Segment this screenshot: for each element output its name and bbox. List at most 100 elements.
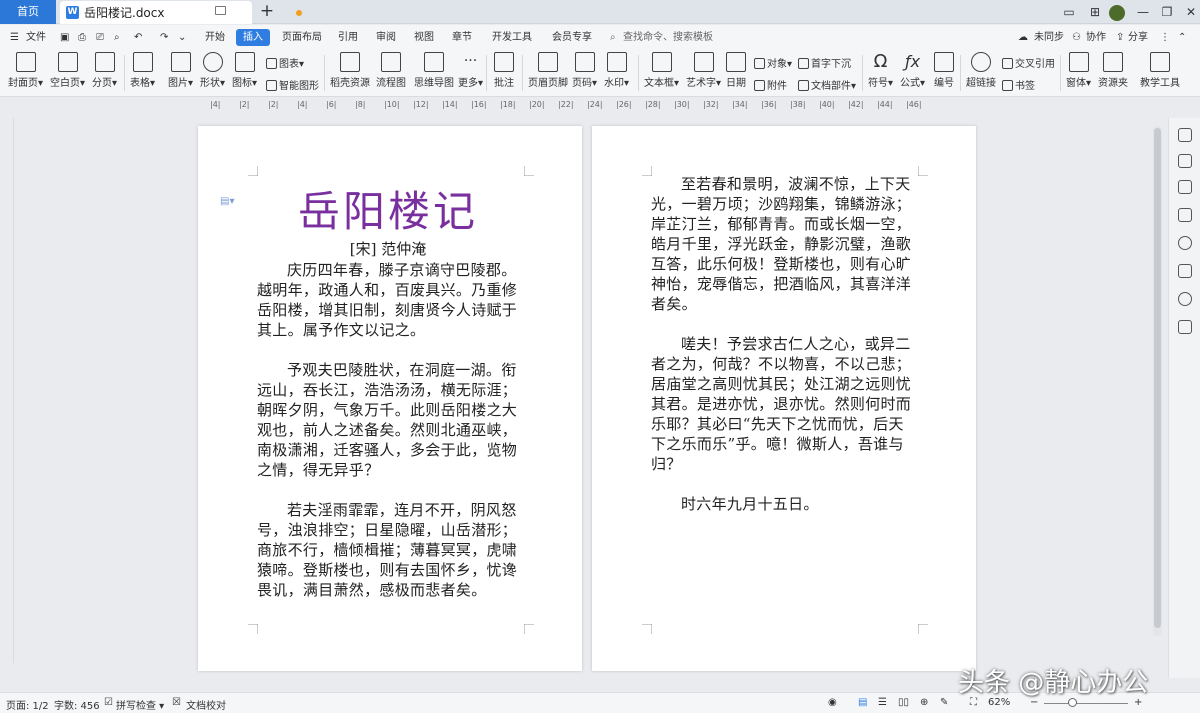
print-icon[interactable]: ⎚ xyxy=(96,29,104,46)
collapse-ribbon-icon[interactable]: ⌃ xyxy=(1178,29,1186,46)
page-break-button[interactable]: 分页▾ xyxy=(92,52,117,89)
pen-icon[interactable] xyxy=(1178,154,1192,168)
vertical-ruler[interactable] xyxy=(0,118,14,663)
attachment-button[interactable]: 附件 xyxy=(754,77,787,92)
cover-page-button[interactable]: 封面页▾ xyxy=(8,52,43,89)
help-icon[interactable] xyxy=(1178,236,1192,250)
menu-file[interactable]: 文件 xyxy=(26,29,46,46)
word-count[interactable]: 字数: 456 xyxy=(54,697,100,712)
doc-parts-button[interactable]: 文档部件▾ xyxy=(798,77,856,92)
wordart-button[interactable]: 艺术字▾ xyxy=(686,52,721,89)
date-button[interactable]: 日期 xyxy=(726,52,746,89)
ruler-tick-label: |44| xyxy=(877,100,893,109)
page-number-button[interactable]: 页码▾ xyxy=(572,52,597,89)
minimize-icon[interactable]: — xyxy=(1130,0,1156,24)
menu-start[interactable]: 开始 xyxy=(205,29,225,46)
avatar[interactable] xyxy=(1104,0,1130,24)
zoom-slider[interactable] xyxy=(1044,703,1128,704)
sliders-icon[interactable] xyxy=(1178,208,1192,222)
home-tab[interactable]: 首页 xyxy=(0,0,56,24)
header-footer-button[interactable]: 页眉页脚 xyxy=(528,52,568,89)
menu-insert[interactable]: 插入 xyxy=(236,29,270,46)
hyperlink-button[interactable]: 超链接 xyxy=(966,52,996,89)
spellcheck-button[interactable]: 拼写检查 ▾ xyxy=(116,697,164,712)
menu-layout[interactable]: 页面布局 xyxy=(282,29,322,46)
chevron-down-icon[interactable]: ⌄ xyxy=(178,29,186,46)
flowchart-button[interactable]: 流程图 xyxy=(376,52,406,89)
shell-resource-button[interactable]: 稻壳资源 xyxy=(330,52,370,89)
drop-cap-button[interactable]: 首字下沉 xyxy=(798,55,851,70)
proofread-button[interactable]: 文档校对 xyxy=(186,697,226,712)
monitor-icon[interactable] xyxy=(215,6,226,15)
shape-button[interactable]: 形状▾ xyxy=(200,52,225,89)
menu-chapter[interactable]: 章节 xyxy=(452,29,472,46)
zoom-slider-thumb[interactable] xyxy=(1068,698,1077,707)
web-view-icon[interactable]: ⊕ xyxy=(920,697,928,708)
symbol-button[interactable]: Ω 符号▾ xyxy=(868,52,893,90)
cross-ref-button[interactable]: 交叉引用 xyxy=(1002,55,1055,70)
paragraph: 嗟夫！予尝求古仁人之心，或异二者之为，何哉？不以物喜，不以己悲；居庙堂之高则忧其… xyxy=(651,335,912,473)
menu-view[interactable]: 视图 xyxy=(414,29,434,46)
ruler-tick-label: |36| xyxy=(761,100,777,109)
formula-button[interactable]: ƒx 公式▾ xyxy=(900,52,925,89)
picture-button[interactable]: 图片▾ xyxy=(168,52,193,89)
rocket-icon[interactable] xyxy=(1178,128,1192,142)
document-tab-title: 岳阳楼记.docx xyxy=(84,6,165,20)
watermark-button[interactable]: 水印▾ xyxy=(604,52,629,89)
teaching-tools-button[interactable]: 教学工具 xyxy=(1140,52,1180,89)
collab-button[interactable]: 协作 xyxy=(1086,29,1106,46)
hamburger-icon[interactable]: ☰ xyxy=(10,29,19,46)
read-view-icon[interactable]: ▯▯ xyxy=(898,697,909,708)
command-search-input[interactable]: 查找命令、搜索模板 xyxy=(623,29,713,46)
smartart-button[interactable]: 智能图形 xyxy=(266,77,319,92)
icon-button[interactable]: 图标▾ xyxy=(232,52,257,89)
new-tab-button[interactable]: + xyxy=(258,1,276,23)
share-button[interactable]: 分享 xyxy=(1128,29,1148,46)
close-icon[interactable]: ✕ xyxy=(1178,0,1200,24)
image-edit-icon[interactable] xyxy=(1178,264,1192,278)
page-1-body[interactable]: 庆历四年春，滕子京谪守巴陵郡。越明年，政通人和，百废具兴。乃重修岳阳楼，增其旧制… xyxy=(257,260,525,600)
bookmark-button[interactable]: 书签 xyxy=(1002,77,1035,92)
textbox-button[interactable]: 文本框▾ xyxy=(644,52,679,89)
location-icon[interactable] xyxy=(1178,292,1192,306)
page-count[interactable]: 页面: 1/2 xyxy=(6,697,49,712)
sync-status[interactable]: 未同步 xyxy=(1034,29,1064,46)
menu-member[interactable]: 会员专享 xyxy=(552,29,592,46)
eye-icon[interactable]: ◉ xyxy=(828,697,837,708)
numbering-button[interactable]: 编号 xyxy=(934,52,954,89)
write-mode-icon[interactable]: ✎ xyxy=(940,697,948,708)
menu-devtools[interactable]: 开发工具 xyxy=(492,29,532,46)
form-window-button[interactable]: 窗体▾ xyxy=(1066,52,1091,89)
chart-button[interactable]: 图表▾ xyxy=(266,55,304,70)
horizontal-ruler[interactable]: |4| |2| |2| |4| |6| |8| |10| |12| |14| |16| |18| |2… xyxy=(204,98,944,114)
undo-icon[interactable]: ↶ xyxy=(134,29,142,46)
menu-reference[interactable]: 引用 xyxy=(338,29,358,46)
document-tab[interactable]: W 岳阳楼记.docx xyxy=(60,1,302,24)
restore-icon[interactable]: ❐ xyxy=(1154,0,1180,24)
blank-page-button[interactable]: 空白页▾ xyxy=(50,52,85,89)
mindmap-button[interactable]: 思维导图 xyxy=(414,52,454,89)
outline-view-icon[interactable]: ☰ xyxy=(878,697,887,708)
export-icon[interactable]: ⎙ xyxy=(78,29,86,46)
save-icon[interactable]: ▣ xyxy=(60,29,69,46)
search-icon[interactable]: ⌕ xyxy=(610,29,616,46)
comment-button[interactable]: 批注 xyxy=(494,52,514,89)
vertical-scrollbar[interactable] xyxy=(1153,126,1162,636)
paragraph-handle-icon[interactable]: ▤▾ xyxy=(220,196,234,207)
preview-icon[interactable]: ⌕ xyxy=(114,29,120,46)
table-button[interactable]: 表格▾ xyxy=(130,52,155,89)
layout-toggle-icon[interactable]: ▭ xyxy=(1056,0,1082,24)
object-button[interactable]: 对象▾ xyxy=(754,55,792,70)
book-icon[interactable] xyxy=(1178,320,1192,334)
menu-review[interactable]: 审阅 xyxy=(376,29,396,46)
page-1[interactable]: ▤▾ 岳阳楼记 [宋] 范仲淹 庆历四年春，滕子京谪守巴陵郡。越明年，政通人和，… xyxy=(198,126,582,671)
more-button[interactable]: ··· 更多▾ xyxy=(458,52,483,89)
page-view-icon[interactable]: ▤ xyxy=(858,697,867,708)
resource-folder-button[interactable]: 资源夹 xyxy=(1098,52,1128,89)
redo-icon[interactable]: ↷ xyxy=(160,29,168,46)
scrollbar-thumb[interactable] xyxy=(1154,128,1161,628)
page-2-body[interactable]: 至若春和景明，波澜不惊，上下天光，一碧万顷；沙鸥翔集，锦鳞游泳；岸芷汀兰，郁郁青… xyxy=(651,174,919,514)
more-icon[interactable]: ⋮ xyxy=(1160,29,1170,46)
cursor-icon[interactable] xyxy=(1178,180,1192,194)
page-2[interactable]: 至若春和景明，波澜不惊，上下天光，一碧万顷；沙鸥翔集，锦鳞游泳；岸芷汀兰，郁郁青… xyxy=(592,126,976,671)
